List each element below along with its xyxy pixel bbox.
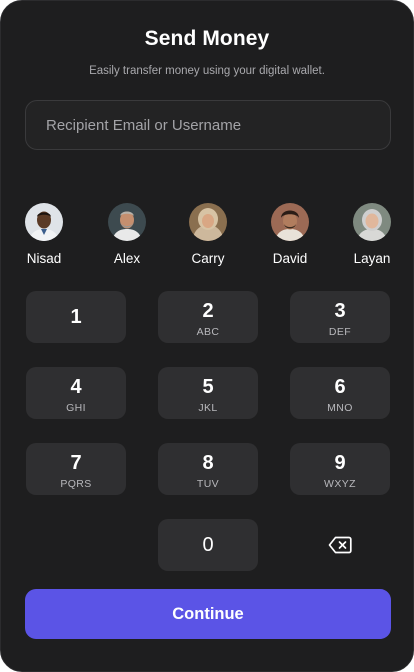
contact-alex[interactable]: Alex: [97, 203, 157, 266]
key-letters: JKL: [198, 402, 218, 414]
continue-button[interactable]: Continue: [25, 589, 391, 639]
keypad-key-6[interactable]: 6 MNO: [290, 367, 390, 419]
send-money-card: Send Money Easily transfer money using y…: [0, 0, 414, 672]
backspace-button[interactable]: [290, 519, 390, 571]
contact-name: Nisad: [26, 251, 62, 266]
key-digit: 4: [70, 376, 82, 398]
key-digit: 8: [202, 452, 214, 474]
avatar: [353, 203, 391, 241]
key-letters: TUV: [196, 478, 220, 490]
key-digit: 0: [202, 534, 214, 556]
avatar: [108, 203, 146, 241]
keypad-key-5[interactable]: 5 JKL: [158, 367, 258, 419]
key-letters: WXYZ: [324, 478, 356, 490]
avatar: [189, 203, 227, 241]
keypad-key-0[interactable]: 0: [158, 519, 258, 571]
contact-david[interactable]: David: [260, 203, 320, 266]
contact-carry[interactable]: Carry: [178, 203, 238, 266]
key-digit: 1: [70, 306, 82, 328]
key-letters: ABC: [196, 326, 220, 338]
key-letters: GHI: [66, 402, 86, 414]
keypad-key-3[interactable]: 3 DEF: [290, 291, 390, 343]
keypad-key-8[interactable]: 8 TUV: [158, 443, 258, 495]
keypad-key-2[interactable]: 2 ABC: [158, 291, 258, 343]
contact-layan[interactable]: Layan: [342, 203, 402, 266]
key-letters: DEF: [328, 326, 352, 338]
key-digit: 3: [334, 300, 346, 322]
keypad-key-9[interactable]: 9 WXYZ: [290, 443, 390, 495]
backspace-icon: [328, 536, 352, 554]
avatar: [271, 203, 309, 241]
contact-name: Layan: [353, 251, 391, 266]
key-digit: 6: [334, 376, 346, 398]
avatar: [25, 203, 63, 241]
keypad-key-1[interactable]: 1: [26, 291, 126, 343]
contact-name: David: [272, 251, 308, 266]
page-title: Send Money: [144, 27, 270, 50]
key-digit: 2: [202, 300, 214, 322]
contact-nisad[interactable]: Nisad: [14, 203, 74, 266]
contact-name: Alex: [113, 251, 141, 266]
key-digit: 7: [70, 452, 82, 474]
page-subtitle: Easily transfer money using your digital…: [89, 65, 325, 77]
recipient-input[interactable]: [25, 100, 391, 150]
key-letters: MNO: [327, 402, 353, 414]
key-digit: 9: [334, 452, 346, 474]
key-letters: PQRS: [60, 478, 92, 490]
keypad-key-7[interactable]: 7 PQRS: [26, 443, 126, 495]
key-digit: 5: [202, 376, 214, 398]
contact-name: Carry: [191, 251, 225, 266]
keypad-key-4[interactable]: 4 GHI: [26, 367, 126, 419]
